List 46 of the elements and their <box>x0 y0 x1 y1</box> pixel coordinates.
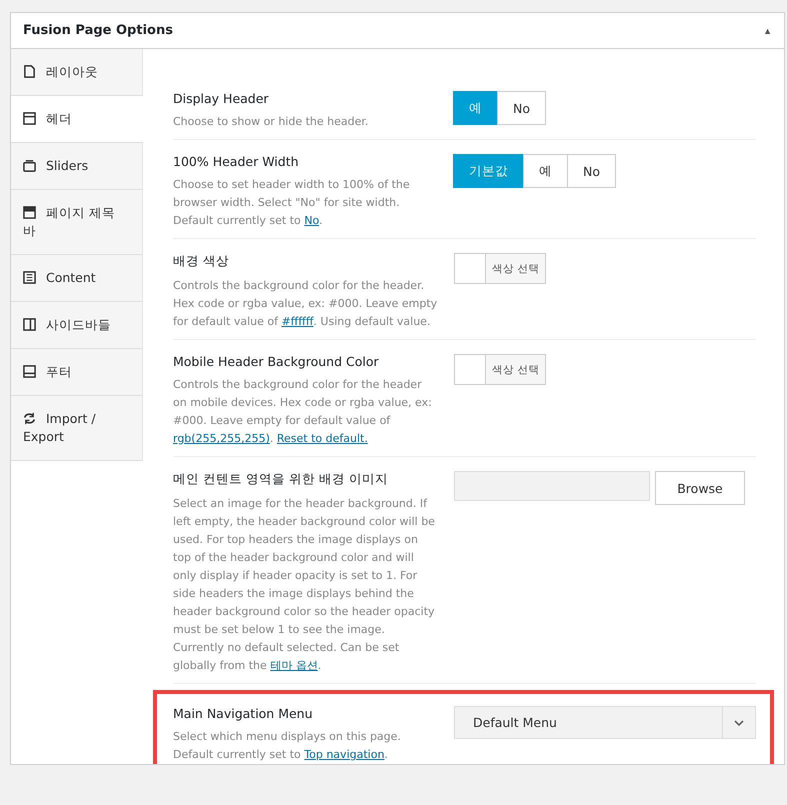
sidebar-tab[interactable]: Sliders <box>11 143 142 190</box>
layout-icon <box>23 365 36 378</box>
layout-icon <box>23 318 36 331</box>
color-picker-button[interactable]: 색상 선택 <box>486 354 546 385</box>
option-description: Select which menu displays on this page. Default currently set to Top navigation. <box>173 729 402 763</box>
color-swatch[interactable] <box>454 253 486 284</box>
color-picker-button[interactable]: 색상 선택 <box>486 253 546 284</box>
toggle-option[interactable]: 예 <box>523 154 568 188</box>
option-label: Display Header <box>173 91 270 106</box>
document-icon <box>23 65 36 78</box>
sidebar-tab[interactable]: 푸터 <box>11 349 142 396</box>
option-label: 배경 색상 <box>173 253 230 270</box>
sidebar-tab[interactable]: 페이지 제목 바 <box>11 190 142 255</box>
panel-title: Fusion Page Options <box>23 23 173 38</box>
option-description: Controls the background color for the header on mobile devices. Hex code or rgba value, ex: #000. Leave empty for default value of rgb(255,255,255). Reset to default. <box>173 377 433 447</box>
toggle-option[interactable]: No <box>567 154 616 188</box>
menu-select[interactable]: Default Menu <box>454 706 756 739</box>
option-description: Choose to show or hide the header. <box>173 114 370 130</box>
option-label: Mobile Header Background Color <box>173 354 380 369</box>
option-label: 메인 컨텐트 영역을 위한 배경 이미지 <box>173 471 389 488</box>
sidebar-tab[interactable]: 헤더 <box>11 96 143 143</box>
color-swatch[interactable] <box>454 354 486 385</box>
layout-icon <box>23 206 36 219</box>
layout-icon <box>23 159 36 172</box>
chevron-down-icon <box>734 720 744 726</box>
option-description: Choose to set header width to 100% of the browser width. Select "No" for site width. Default currently set to No. <box>173 177 411 229</box>
option-label: Main Navigation Menu <box>173 706 314 721</box>
browse-button[interactable]: Browse <box>655 471 745 505</box>
layout-icon <box>23 271 36 284</box>
sidebar-tab[interactable]: Content <box>11 255 142 302</box>
layout-icon <box>23 112 36 125</box>
link[interactable]: No <box>304 214 320 227</box>
option-label: 100% Header Width <box>173 154 300 169</box>
link[interactable]: rgb(255,255,255) <box>173 432 270 445</box>
refresh-icon <box>23 412 36 425</box>
sidebar-tab[interactable]: Import / Export <box>11 396 142 461</box>
option-description: Controls the background color for the header. Hex code or rgba value, ex: #000. Leave empty for default value of #ffffff. Using default value. <box>173 278 438 330</box>
toggle-option[interactable]: No <box>497 91 546 125</box>
link[interactable]: 테마 옵션 <box>270 659 318 672</box>
option-description: Select an image for the header background. If left empty, the header background color will be used. For top headers the image displays on top of the header background color and will only display if header opacity is set to 1. For side headers the image displays behind the header background color so the header opacity must be set below 1 to see the image. Currently no default selected. Can be set globally from the 테마 옵션. <box>173 496 436 674</box>
image-url-field[interactable] <box>454 471 650 501</box>
link[interactable]: Reset to default. <box>276 432 368 445</box>
link[interactable]: Top navigation <box>304 748 384 761</box>
link[interactable]: #ffffff <box>281 315 314 328</box>
collapse-button[interactable]: ▲ <box>763 26 772 36</box>
sidebar-tab[interactable]: 사이드바들 <box>11 302 142 349</box>
